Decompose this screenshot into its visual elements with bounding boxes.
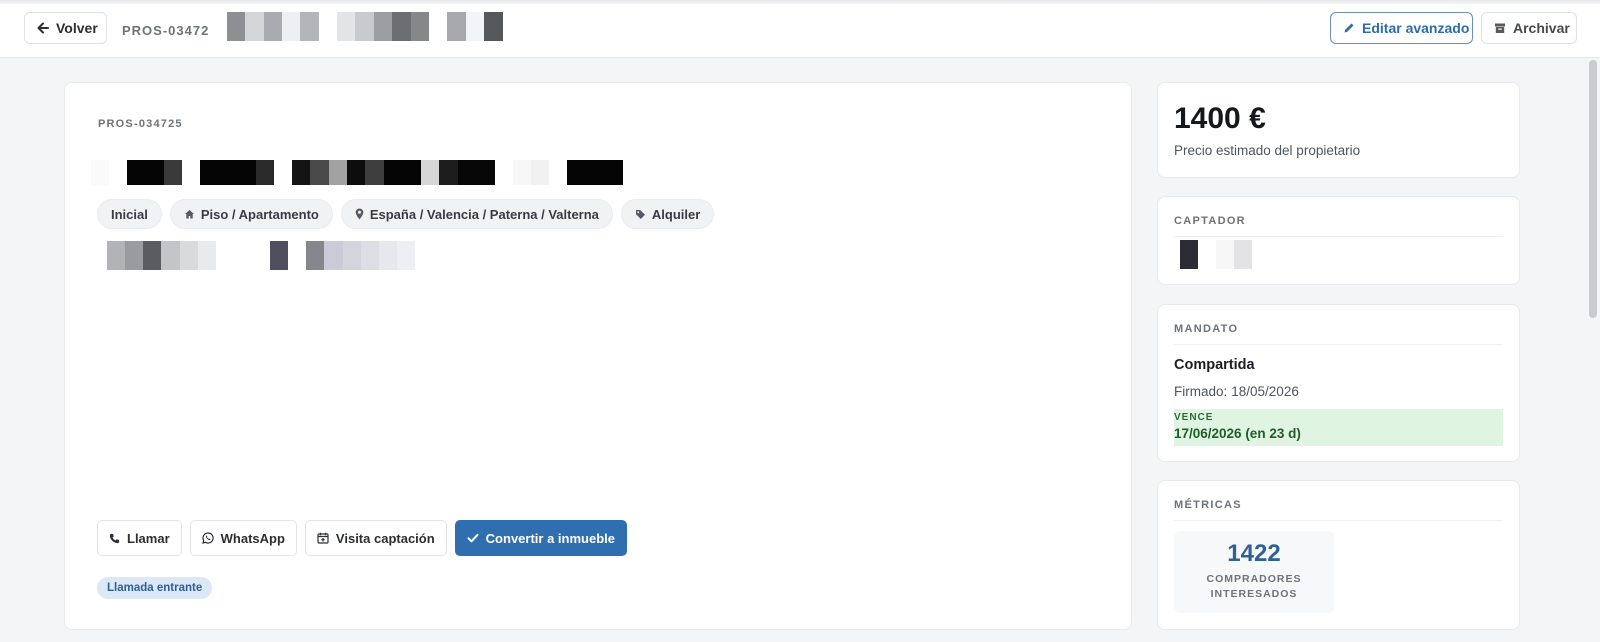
check-icon [467,533,479,543]
tag-location: España / Valencia / Paterna / Valterna [340,199,613,229]
redacted-prospect-title [91,160,623,185]
price-card: 1400 € Precio estimado del propietario [1157,82,1520,178]
schedule-visit-label: Visita captación [335,530,435,546]
scrollbar-thumb[interactable] [1589,60,1597,318]
mandate-expiry-date: 17/06/2026 (en 23 d) [1174,426,1301,441]
page-scrollbar[interactable] [1586,58,1600,642]
tag-property-type-label: Piso / Apartamento [200,206,319,222]
phone-icon [109,533,120,543]
captador-card: CAPTADOR [1157,196,1520,285]
prospect-code: PROS-034725 [98,118,183,130]
edit-advanced-label: Editar avanzado [1362,20,1470,36]
whatsapp-button[interactable]: WhatsApp [189,520,297,556]
tag-operation-label: Alquiler [651,206,701,222]
mandate-signed: Firmado: 18/05/2026 [1174,384,1299,399]
estimated-price: 1400 € [1174,102,1266,135]
tag-operation: Alquiler [620,199,715,229]
edit-advanced-button[interactable]: Editar avanzado [1330,12,1473,44]
metrics-card: MÉTRICAS 1422 COMPRADORES INTERESADOS [1157,480,1520,630]
map-pin-icon [355,208,364,220]
prospect-tags: Inicial Piso / Apartamento España / Vale… [97,199,715,229]
mandate-signed-date: 18/05/2026 [1231,384,1299,399]
tag-icon [635,209,645,219]
back-button[interactable]: Volver [24,12,107,44]
whatsapp-icon [201,532,214,544]
interested-buyers-count: 1422 [1227,540,1281,567]
metrics-title: MÉTRICAS [1174,499,1242,511]
interested-buyers-label: COMPRADORES INTERESADOS [1206,573,1302,600]
top-bar: Volver PROS-03472 Editar avanzado Archiv… [0,4,1600,58]
mandate-signed-label: Firmado: [1174,384,1228,399]
call-label: Llamar [127,530,170,546]
metrics-divider [1174,520,1503,521]
tag-property-type: Piso / Apartamento [169,199,333,229]
home-icon [184,209,194,218]
captador-title: CAPTADOR [1174,215,1246,227]
pencil-icon [1344,23,1354,33]
schedule-visit-button[interactable]: Visita captación [304,520,447,556]
prospect-reference: PROS-03472 [122,23,210,38]
redacted-captador-name [1180,240,1252,269]
mandate-title: MANDATO [1174,323,1239,335]
mandate-type: Compartida [1174,357,1255,373]
estimated-price-label: Precio estimado del propietario [1174,143,1361,158]
convert-to-property-button[interactable]: Convertir a inmueble [454,520,627,556]
mandate-card: MANDATO Compartida Firmado: 18/05/2026 VE… [1157,304,1520,462]
mandate-expiry-label: VENCE [1174,412,1214,423]
whatsapp-label: WhatsApp [220,530,285,546]
arrow-left-icon [37,22,49,34]
calendar-plus-icon [317,532,329,544]
source-badge: Llamada entrante [97,577,213,599]
convert-to-property-label: Convertir a inmueble [485,530,615,546]
back-label: Volver [56,20,98,36]
redacted-prospect-details [107,241,415,270]
tag-status-label: Inicial [111,206,148,222]
tag-status: Inicial [97,199,162,229]
call-button[interactable]: Llamar [97,520,182,556]
archive-button[interactable]: Archivar [1481,12,1577,44]
interested-buyers-metric: 1422 COMPRADORES INTERESADOS [1174,531,1334,613]
archive-label: Archivar [1513,20,1570,36]
archive-box-icon [1495,23,1505,33]
tag-location-label: España / Valencia / Paterna / Valterna [369,206,599,222]
redacted-owner-name [227,12,503,41]
prospect-main-card: PROS-034725 Inicial Piso / Apartamento E… [64,82,1132,630]
captador-divider [1174,236,1503,237]
mandate-divider [1174,344,1503,345]
prospect-actions: Llamar WhatsApp Visita captación Convert… [97,520,627,556]
mandate-expiry-box: VENCE 17/06/2026 (en 23 d) [1174,409,1503,446]
